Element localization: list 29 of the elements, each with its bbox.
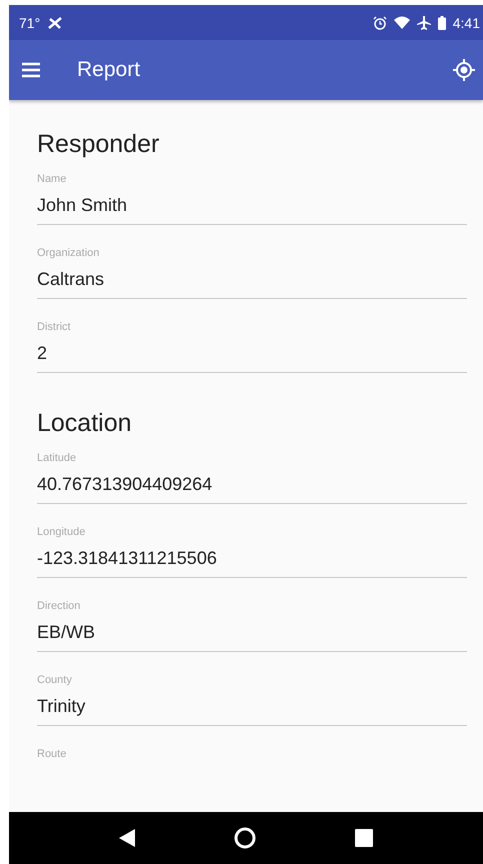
temperature-text: 71° xyxy=(19,14,40,30)
input-field[interactable]: EB/WB xyxy=(37,622,467,652)
home-icon[interactable] xyxy=(234,827,256,849)
field-label: Direction xyxy=(37,600,80,612)
wifi-icon xyxy=(394,16,410,29)
input-field[interactable]: Trinity xyxy=(37,696,467,726)
section-heading: Location xyxy=(37,409,133,438)
field-label: Longitude xyxy=(37,526,86,538)
field-label: Route xyxy=(37,748,66,760)
input-field[interactable]: 2 xyxy=(37,343,467,373)
location-target-icon[interactable] xyxy=(453,59,475,81)
field-label: County xyxy=(37,674,72,686)
section-heading: Responder xyxy=(37,130,160,159)
field-label: District xyxy=(37,321,71,333)
app-title: Report xyxy=(77,58,140,82)
field-label: Latitude xyxy=(37,452,76,464)
menu-icon[interactable] xyxy=(21,62,41,78)
input-field[interactable]: -123.31841311215506 xyxy=(37,548,467,578)
input-field[interactable]: 40.767313904409264 xyxy=(37,474,467,504)
field-label: Name xyxy=(37,173,66,185)
field-label: Organization xyxy=(37,247,100,259)
recent-apps-icon[interactable] xyxy=(355,829,374,847)
back-icon[interactable] xyxy=(118,829,135,847)
clock-text: 4:41 xyxy=(452,14,480,30)
input-field[interactable]: John Smith xyxy=(37,195,467,225)
input-field[interactable]: Caltrans xyxy=(37,269,467,299)
airplane-icon xyxy=(416,16,431,30)
battery-icon xyxy=(438,16,446,30)
alarm-icon xyxy=(372,16,387,30)
